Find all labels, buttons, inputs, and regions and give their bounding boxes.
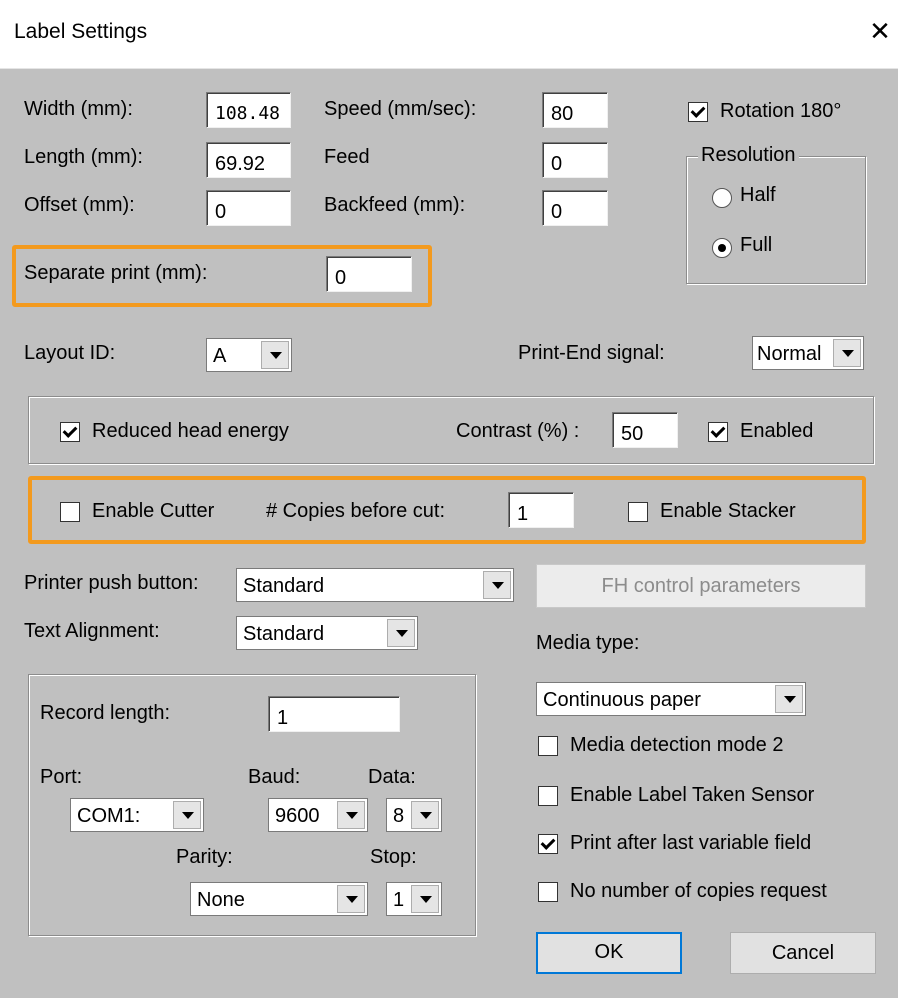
chevron-down-icon[interactable] (337, 801, 365, 829)
stop-select[interactable]: 1 (386, 882, 442, 916)
chevron-down-icon[interactable] (337, 885, 365, 913)
print-end-select[interactable]: Normal (752, 336, 864, 370)
chevron-down-icon[interactable] (411, 885, 439, 913)
media-detection-mode-2-checkbox[interactable] (538, 736, 558, 756)
contrast-label: Contrast (%) : (456, 420, 580, 442)
record-length-input[interactable]: 1 (268, 696, 400, 732)
record-length-label: Record length: (40, 702, 171, 724)
resolution-half-radio[interactable] (712, 188, 732, 208)
chevron-down-icon[interactable] (261, 341, 289, 369)
no-number-of-copies-request-checkbox[interactable] (538, 882, 558, 902)
copies-before-cut-label: # Copies before cut: (266, 500, 445, 522)
feed-label: Feed (324, 146, 370, 168)
backfeed-label: Backfeed (mm): (324, 194, 466, 216)
feed-input[interactable]: 0 (542, 142, 608, 178)
enabled-checkbox[interactable] (708, 422, 728, 442)
speed-label: Speed (mm/sec): (324, 98, 477, 120)
media-type-label: Media type: (536, 632, 640, 654)
media-type-select[interactable]: Continuous paper (536, 682, 806, 716)
text-alignment-select[interactable]: Standard (236, 616, 418, 650)
stop-value: 1 (393, 889, 405, 911)
close-icon[interactable]: ✕ (866, 17, 894, 45)
resolution-group (686, 156, 866, 284)
speed-input[interactable]: 80 (542, 92, 608, 128)
enable-stacker-checkbox[interactable] (628, 502, 648, 522)
layout-id-value: A (213, 345, 227, 367)
enable-label-taken-sensor-checkbox[interactable] (538, 786, 558, 806)
enable-stacker-label: Enable Stacker (660, 500, 796, 522)
media-detection-mode-2-label: Media detection mode 2 (570, 734, 784, 756)
rotation-checkbox[interactable] (688, 102, 708, 122)
push-button-label: Printer push button: (24, 572, 199, 594)
chevron-down-icon[interactable] (173, 801, 201, 829)
resolution-half-label: Half (740, 184, 776, 206)
reduced-head-energy-checkbox[interactable] (60, 422, 80, 442)
backfeed-input[interactable]: 0 (542, 190, 608, 226)
enable-label-taken-sensor-label: Enable Label Taken Sensor (570, 784, 815, 806)
resolution-full-label: Full (740, 234, 773, 256)
enabled-label: Enabled (740, 420, 814, 442)
print-end-value: Normal (757, 343, 822, 365)
dialog-title: Label Settings (14, 20, 148, 43)
cancel-button[interactable]: Cancel (730, 932, 876, 974)
baud-label: Baud: (248, 766, 301, 788)
ok-button[interactable]: OK (536, 932, 682, 974)
print-end-label: Print-End signal: (518, 342, 665, 364)
data-value: 8 (393, 805, 405, 827)
chevron-down-icon[interactable] (833, 339, 861, 367)
layout-id-label: Layout ID: (24, 342, 116, 364)
layout-id-select[interactable]: A (206, 338, 292, 372)
reduced-head-energy-label: Reduced head energy (92, 420, 289, 442)
port-label: Port: (40, 766, 83, 788)
baud-value: 9600 (275, 805, 320, 827)
print-after-last-variable-field-checkbox[interactable] (538, 834, 558, 854)
offset-label: Offset (mm): (24, 194, 135, 216)
data-label: Data: (368, 766, 416, 788)
resolution-label: Resolution (698, 144, 799, 167)
length-input[interactable]: 69.92 (206, 142, 291, 178)
separate-print-label: Separate print (mm): (24, 262, 208, 284)
port-value: COM1: (77, 805, 141, 827)
contrast-input[interactable]: 50 (612, 412, 678, 448)
label-settings-dialog: Label Settings ✕ Width (mm): 108.48 Leng… (0, 0, 898, 998)
chevron-down-icon[interactable] (775, 685, 803, 713)
text-alignment-label: Text Alignment: (24, 620, 160, 642)
push-button-value: Standard (243, 575, 325, 597)
chevron-down-icon[interactable] (483, 571, 511, 599)
fh-control-parameters-button[interactable]: FH control parameters (536, 564, 866, 608)
text-alignment-value: Standard (243, 623, 325, 645)
media-type-value: Continuous paper (543, 689, 701, 711)
enable-cutter-checkbox[interactable] (60, 502, 80, 522)
stop-label: Stop: (370, 846, 417, 868)
push-button-select[interactable]: Standard (236, 568, 514, 602)
length-label: Length (mm): (24, 146, 143, 168)
no-number-of-copies-request-label: No number of copies request (570, 880, 827, 902)
parity-label: Parity: (176, 846, 233, 868)
chevron-down-icon[interactable] (387, 619, 415, 647)
separate-print-input[interactable]: 0 (326, 256, 412, 292)
print-after-last-variable-field-label: Print after last variable field (570, 832, 812, 854)
width-label: Width (mm): (24, 98, 133, 120)
width-input[interactable]: 108.48 (206, 92, 291, 128)
port-select[interactable]: COM1: (70, 798, 204, 832)
parity-select[interactable]: None (190, 882, 368, 916)
title-bar: Label Settings ✕ (0, 0, 898, 69)
data-select[interactable]: 8 (386, 798, 442, 832)
parity-value: None (197, 889, 245, 911)
rotation-label: Rotation 180° (720, 100, 842, 122)
copies-before-cut-input[interactable]: 1 (508, 492, 574, 528)
baud-select[interactable]: 9600 (268, 798, 368, 832)
offset-input[interactable]: 0 (206, 190, 291, 226)
chevron-down-icon[interactable] (411, 801, 439, 829)
resolution-full-radio[interactable] (712, 238, 732, 258)
enable-cutter-label: Enable Cutter (92, 500, 215, 522)
